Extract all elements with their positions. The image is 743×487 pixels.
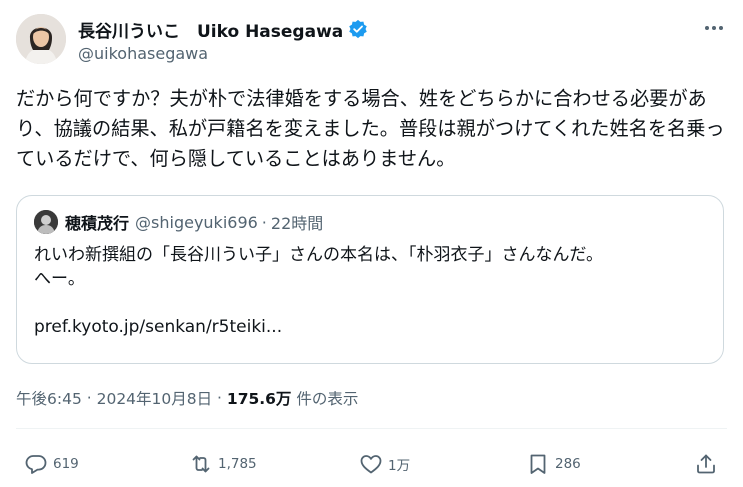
quoted-blank-line: [34, 291, 714, 315]
quoted-author-avatar: [34, 210, 58, 234]
tweet-text: だから何ですか？夫が朴で法律婚をする場合、姓をどちらかに合わせる必要があり、協議…: [16, 87, 725, 170]
quoted-tweet[interactable]: 穂積茂行 @shigeyuki696 · 22時間 れいわ新撰組の「長谷川うい子…: [16, 195, 724, 364]
reply-button[interactable]: 619: [24, 452, 79, 476]
quoted-time: 22時間: [270, 214, 324, 233]
tweet-date[interactable]: 2024年10月8日: [97, 387, 213, 409]
quoted-tweet-body: れいわ新撰組の「長谷川うい子」さんの本名は、「朴羽衣子」さんなんだ。 へー。 p…: [34, 243, 714, 339]
repost-icon: [192, 455, 210, 473]
share-icon: [697, 454, 715, 474]
like-count: 1万: [388, 458, 411, 474]
bookmark-count: 286: [555, 456, 581, 472]
tweet-time[interactable]: 午後6:45: [16, 387, 82, 409]
author-display-name[interactable]: 長谷川ういこ Uiko Hasegawa: [78, 17, 343, 42]
repost-button[interactable]: 1,785: [189, 452, 257, 476]
quoted-separator: ·: [261, 212, 267, 232]
reply-count: 619: [53, 456, 79, 472]
quoted-author-handle: @shigeyuki696: [135, 212, 258, 232]
share-button[interactable]: [694, 452, 718, 476]
view-count[interactable]: 175.6万: [227, 387, 292, 409]
view-count-label: 件の表示: [291, 390, 359, 408]
divider: [16, 428, 727, 429]
like-icon: [360, 455, 382, 474]
more-icon[interactable]: [700, 16, 728, 40]
quoted-text-line-2: へー。: [34, 269, 85, 289]
quoted-tweet-header: 穂積茂行 @shigeyuki696 · 22時間: [34, 210, 323, 234]
tweet-meta: 午後6:45 · 2024年10月8日 · 175.6万 件の表示: [16, 387, 358, 409]
author-handle[interactable]: @uikohasegawa: [78, 44, 208, 63]
quoted-text-line-1: れいわ新撰組の「長谷川うい子」さんの本名は、「朴羽衣子」さんなんだ。: [34, 245, 603, 265]
meta-separator: ·: [81, 389, 97, 407]
meta-separator: ·: [212, 389, 227, 407]
bookmark-icon: [530, 454, 546, 474]
like-button[interactable]: 1万: [359, 452, 410, 476]
reply-icon: [25, 455, 47, 474]
author-name-row: 長谷川ういこ Uiko Hasegawa: [78, 16, 368, 42]
repost-count: 1,785: [218, 456, 257, 472]
quoted-link: pref.kyoto.jp/senkan/r5teiki...: [34, 317, 283, 337]
verified-badge-icon: [348, 19, 368, 39]
bookmark-button[interactable]: 286: [526, 452, 581, 476]
quoted-author-name: 穂積茂行: [65, 214, 130, 233]
author-avatar[interactable]: [16, 14, 66, 64]
